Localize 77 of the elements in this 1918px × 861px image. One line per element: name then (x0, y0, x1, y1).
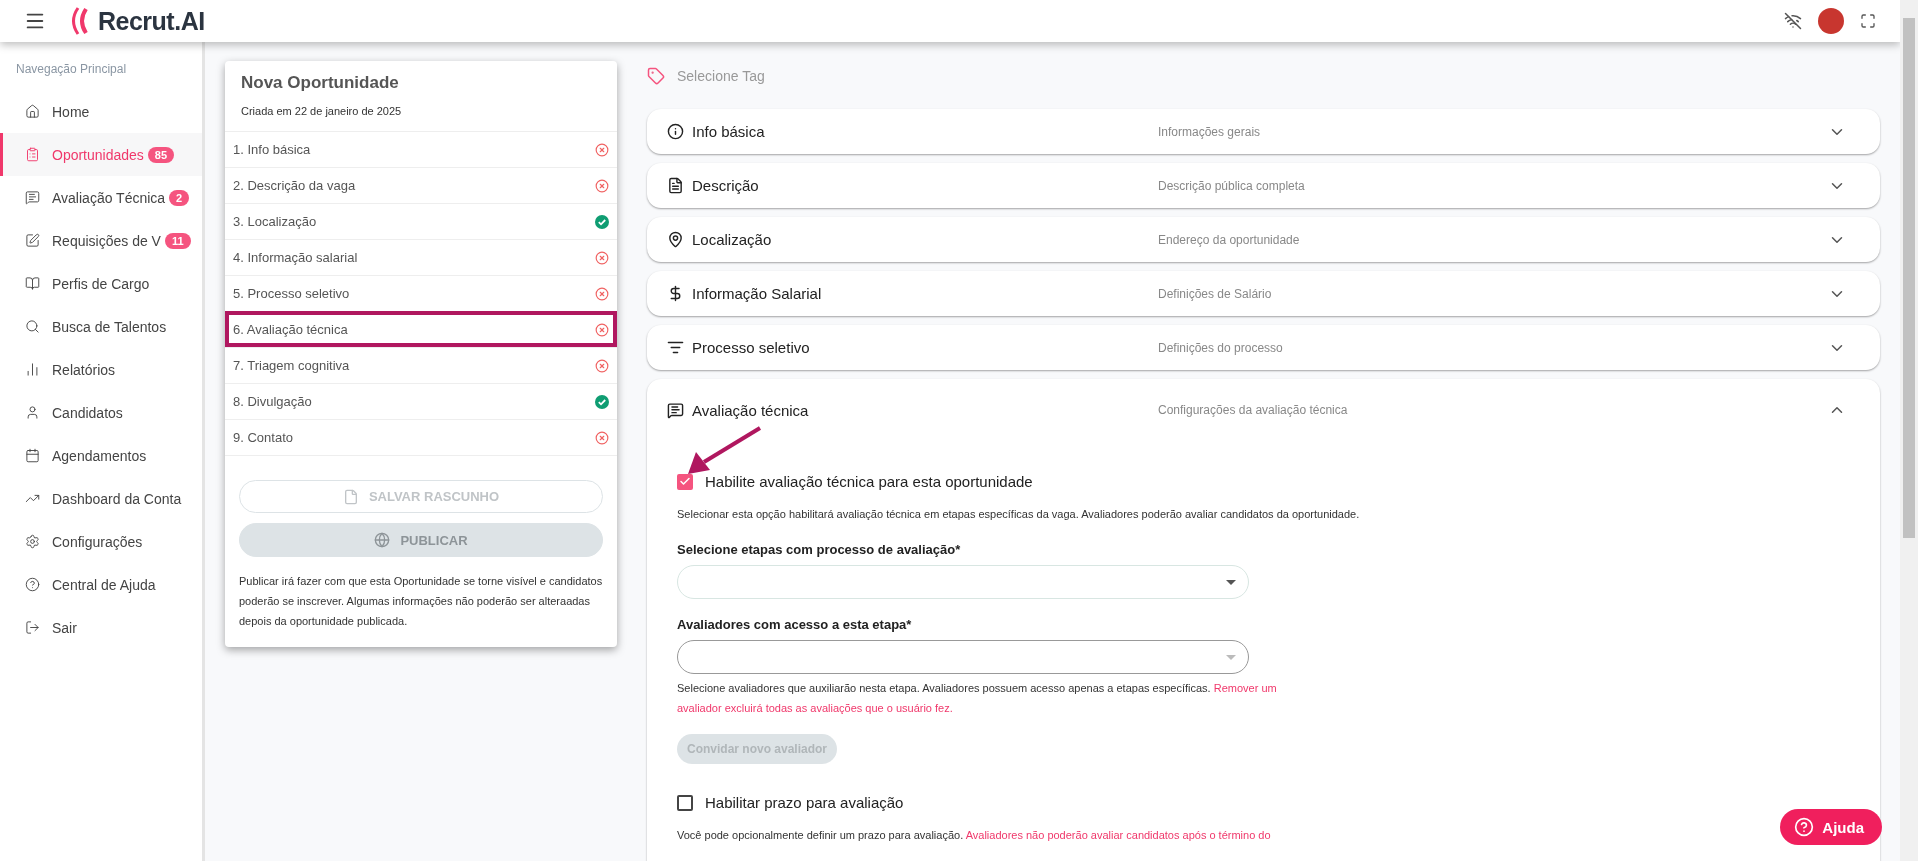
help-icon (1794, 817, 1815, 837)
globe-icon (374, 532, 391, 548)
calendar-icon (25, 448, 40, 463)
step-item[interactable]: 9. Contato (225, 419, 617, 455)
accordion-subtitle: Definições do processo (1158, 340, 1284, 355)
sidebar-item[interactable]: Dashboard da Conta (0, 477, 202, 520)
sidebar-item[interactable]: Agendamentos (0, 434, 202, 477)
sidebar-item[interactable]: Avaliação Técnica 2 (0, 176, 202, 219)
info-icon (667, 123, 684, 140)
accordion-title[interactable]: Informação Salarial (692, 285, 822, 302)
sidebar-item[interactable]: Busca de Talentos (0, 305, 202, 348)
accordion-title[interactable]: Avaliação técnica (692, 401, 809, 419)
sidebar-item[interactable]: Central de Ajuda (0, 563, 202, 606)
user-icon (25, 405, 40, 420)
fullscreen-icon[interactable] (1860, 13, 1876, 29)
edit-icon (25, 233, 40, 248)
list-icon (667, 339, 684, 356)
deadline-note: Você pode opcionalmente definir um prazo para avaliação. Avaliadores não poderão avaliar candidatos após o término do (677, 828, 1272, 843)
home-icon (25, 104, 40, 119)
accordion-title[interactable]: Processo seletivo (692, 339, 810, 356)
sidebar-item[interactable]: Requisições de V 11 (0, 219, 202, 262)
sidebar-item[interactable]: Perfis de Cargo (0, 262, 202, 305)
sidebar-item[interactable]: Home (0, 90, 202, 133)
checkbox[interactable] (677, 794, 693, 811)
count-badge: 2 (169, 189, 190, 206)
clipboard-icon (25, 147, 40, 162)
bar-chart-icon (25, 362, 40, 377)
accordion-subtitle: Configurações da avaliação técnica (1158, 403, 1349, 417)
accordion-title[interactable]: Localização (692, 231, 772, 248)
document-icon (667, 177, 684, 194)
sidebar-item[interactable]: Candidatos (0, 391, 202, 434)
sidebar-item[interactable]: Sair (0, 606, 202, 649)
deadline-checkbox[interactable]: Habilitar prazo para avaliação (677, 794, 1850, 811)
check-icon (679, 475, 691, 488)
accordion-subtitle: Definições de Salário (1158, 286, 1273, 301)
sidebar-item[interactable]: Configurações (0, 520, 202, 563)
accordion-subtitle: Endereço da oportunidade (1158, 232, 1301, 247)
book-icon (25, 276, 40, 291)
step-item[interactable]: 5. Processo seletivo (225, 275, 617, 311)
step-item[interactable]: 7. Triagem cognitiva (225, 347, 617, 383)
scrollbar[interactable] (1900, 0, 1918, 861)
file-icon (342, 488, 359, 505)
chat-icon (667, 401, 684, 419)
sidebar-item[interactable]: Relatórios (0, 348, 202, 391)
logout-icon (25, 620, 40, 635)
wifi-off-icon[interactable] (1784, 12, 1802, 30)
step-item[interactable]: 1. Info básica (225, 131, 617, 167)
reviewers-note: Selecione avaliadores que auxiliarão nesta etapa. Avaliadores possuem acesso apenas a etapas específicas. Remover um avaliador excluirá todas as avaliações que o usuário fez. (677, 681, 1277, 716)
settings-icon (25, 534, 40, 549)
chat-icon (25, 190, 40, 205)
accordion-title[interactable]: Info básica (692, 123, 765, 140)
field-label: Selecione etapas com processo de avaliação* (677, 542, 962, 557)
help-icon (25, 577, 40, 592)
step-item[interactable]: 4. Informação salarial (225, 239, 617, 275)
step-item[interactable]: 8. Divulgação (225, 383, 617, 419)
count-badge: 85 (147, 146, 175, 163)
accordion-title[interactable]: Descrição (692, 177, 759, 194)
checkbox[interactable] (677, 473, 693, 490)
step-item[interactable]: 2. Descrição da vaga (225, 167, 617, 203)
logo-text: Recrut.AI (98, 6, 205, 36)
search-icon (25, 319, 40, 334)
field-label: Avaliadores com acesso a esta etapa* (677, 617, 913, 632)
card-subtitle: Criada em 22 de janeiro de 2025 (240, 104, 403, 119)
card-title: Nova Oportunidade (240, 72, 400, 93)
sidebar-item[interactable]: Oportunidades 85 (0, 133, 202, 176)
accordion-subtitle: Informações gerais (1158, 124, 1262, 139)
sidebar-heading: Navegação Principal (15, 62, 128, 78)
count-badge: 11 (164, 232, 191, 249)
help-button[interactable]: Ajuda (1780, 809, 1882, 845)
user-avatar[interactable] (1818, 8, 1844, 34)
step-item[interactable]: 6. Avaliação técnica (225, 311, 617, 347)
enable-note: Selecionar esta opção habilitará avaliação técnica em etapas específicas da vaga. Avaliadores poderão avaliar candidatos da oportunidade. (677, 507, 1361, 522)
publish-note: Publicar irá fazer com que esta Oportunidade se torne visível e candidatos poderão se inscrever. Algumas informações não poderão ser alteraadas depois da oportunidade publicada. (239, 574, 603, 629)
step-item[interactable]: 3. Localização (225, 203, 617, 239)
pin-icon (667, 231, 684, 248)
enable-checkbox[interactable]: Habilite avaliação técnica para esta oportunidade (677, 473, 1850, 490)
accordion-subtitle: Descrição pública completa (1158, 178, 1306, 193)
